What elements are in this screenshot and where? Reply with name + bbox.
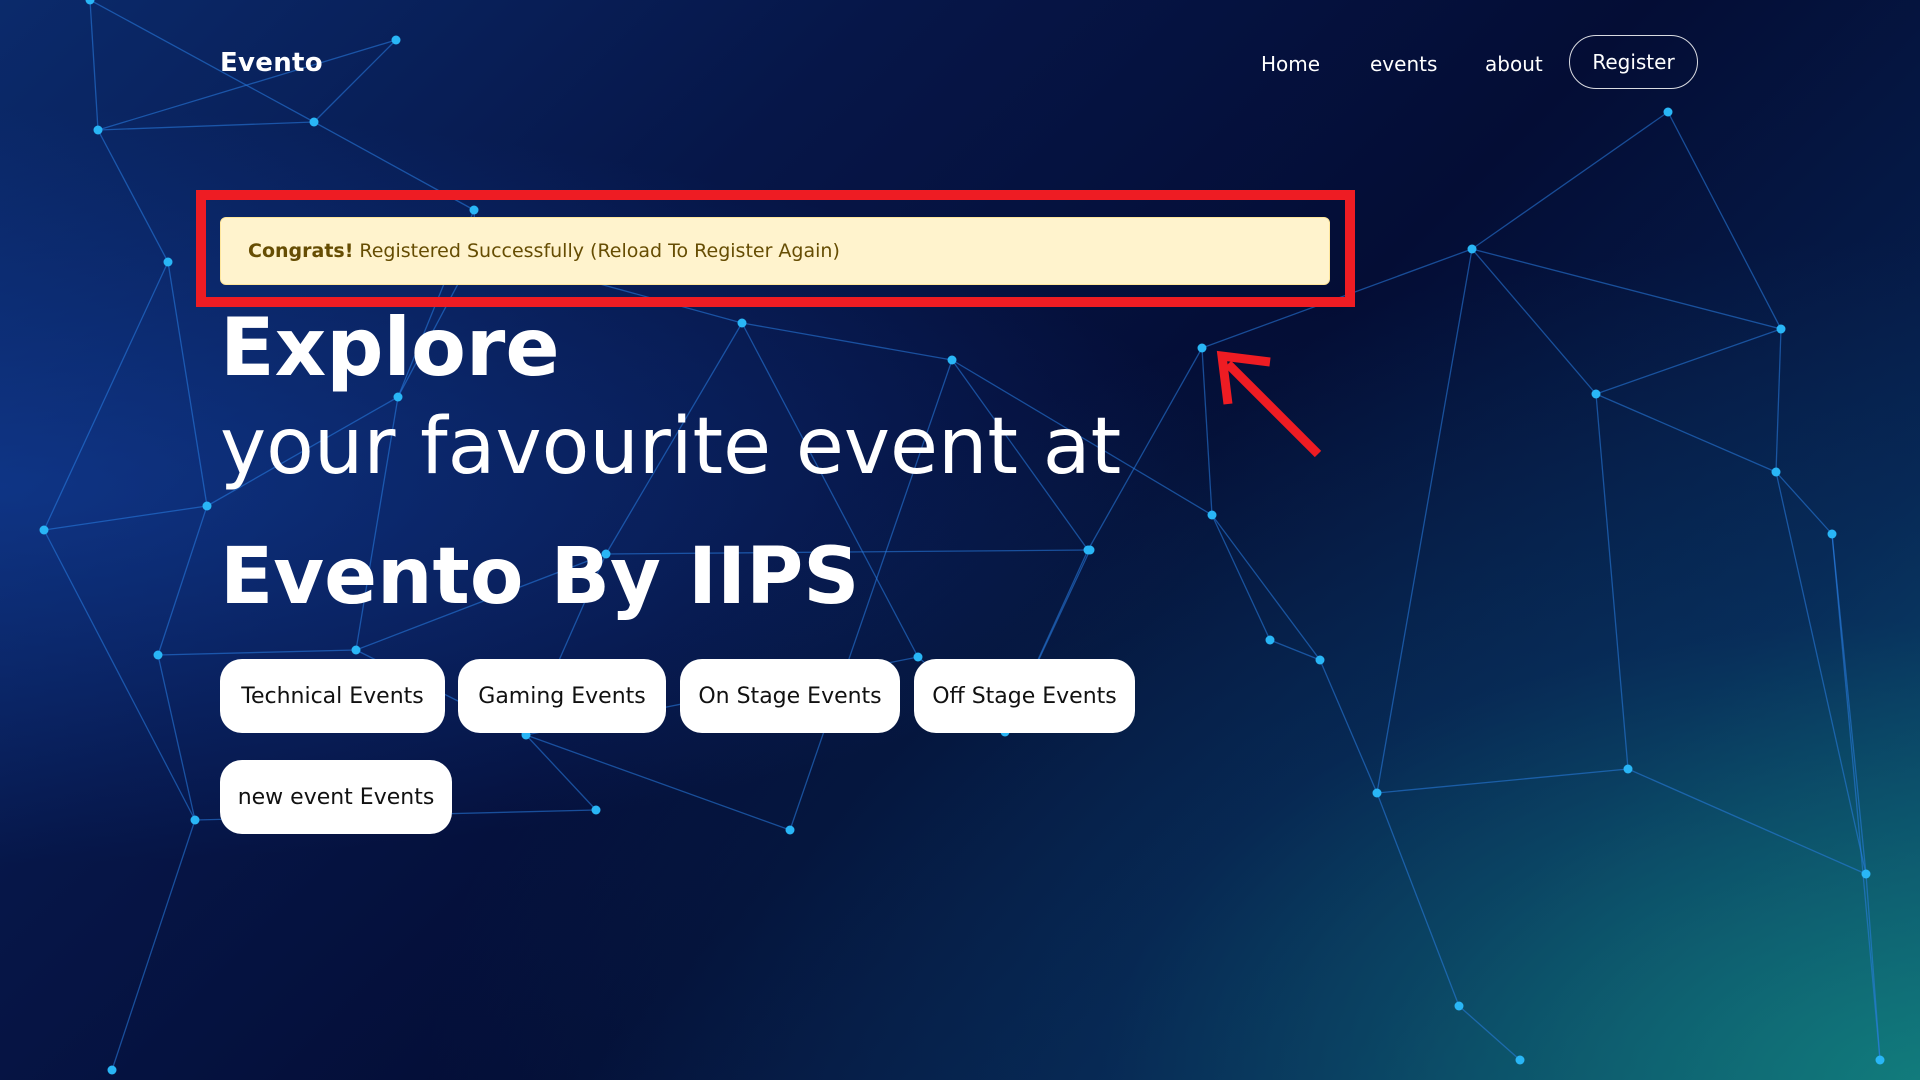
network-line [157, 654, 196, 821]
network-line [1775, 471, 1833, 535]
network-node [1776, 324, 1786, 334]
network-node [1515, 1055, 1525, 1065]
network-node [1623, 764, 1633, 774]
network-line [1595, 393, 1777, 473]
network-line [1211, 514, 1271, 641]
navbar: Evento Home events about Register [0, 0, 1920, 130]
network-line [1458, 1005, 1521, 1061]
network-line [43, 261, 169, 531]
network-line [1627, 768, 1867, 875]
alert-strong-text: Congrats! [248, 240, 354, 262]
brand-logo[interactable]: Evento [220, 48, 323, 78]
network-node [1265, 635, 1275, 645]
network-node [202, 501, 212, 511]
hero-title-explore: Explore [220, 301, 560, 394]
on-stage-events-button[interactable]: On Stage Events [680, 659, 900, 733]
network-node [1861, 869, 1871, 879]
network-line [1831, 533, 1867, 875]
register-button[interactable]: Register [1569, 35, 1698, 89]
network-node [785, 825, 795, 835]
arrow-up-left-icon [1216, 350, 1322, 458]
gaming-events-button[interactable]: Gaming Events [458, 659, 666, 733]
network-line [525, 734, 791, 831]
network-line [157, 505, 208, 656]
network-line [1667, 111, 1782, 330]
network-line [1319, 659, 1378, 794]
network-line [1775, 471, 1867, 875]
network-node [1083, 545, 1093, 555]
hero-title-evento: Evento By IIPS [220, 532, 860, 622]
network-line [1269, 639, 1321, 661]
network-node [39, 525, 49, 535]
network-node [1207, 510, 1217, 520]
network-line [43, 505, 208, 531]
network-line [1471, 248, 1597, 395]
network-node [1372, 788, 1382, 798]
nav-events-link[interactable]: events [1370, 52, 1437, 76]
network-line [1775, 328, 1782, 473]
network-node [1467, 244, 1477, 254]
network-node [1591, 389, 1601, 399]
network-line [1471, 111, 1669, 250]
network-node [107, 1065, 117, 1075]
network-line [1595, 328, 1782, 395]
network-line [1595, 393, 1629, 770]
nav-about-link[interactable]: about [1485, 52, 1543, 76]
nav-home-link[interactable]: Home [1261, 52, 1320, 76]
network-line [97, 129, 169, 263]
off-stage-events-button[interactable]: Off Stage Events [914, 659, 1135, 733]
network-line [1211, 514, 1321, 661]
alert-message: Registered Successfully (Reload To Regis… [359, 240, 840, 262]
network-line [1865, 873, 1881, 1061]
network-node [913, 652, 923, 662]
network-node [1771, 467, 1781, 477]
network-node [351, 645, 361, 655]
network-line [157, 649, 357, 656]
network-line [741, 322, 953, 361]
network-node [737, 318, 747, 328]
network-node [163, 257, 173, 267]
network-line [525, 734, 597, 811]
new-event-events-button[interactable]: new event Events [220, 760, 452, 834]
network-node [1875, 1055, 1885, 1065]
network-node [1454, 1001, 1464, 1011]
network-node [1085, 545, 1095, 555]
network-line [111, 819, 196, 1071]
success-alert: Congrats! Registered Successfully (Reloa… [220, 217, 1330, 285]
network-line [1831, 533, 1881, 1061]
network-node [190, 815, 200, 825]
network-node [1315, 655, 1325, 665]
network-node [1827, 529, 1837, 539]
network-node [153, 650, 163, 660]
network-line [1376, 792, 1460, 1007]
technical-events-button[interactable]: Technical Events [220, 659, 445, 733]
network-line [1376, 248, 1473, 794]
network-node [591, 805, 601, 815]
network-line [1471, 248, 1782, 330]
hero-subtitle: your favourite event at [220, 402, 1122, 492]
network-line [1376, 768, 1629, 794]
network-line [43, 529, 196, 821]
network-node [947, 355, 957, 365]
